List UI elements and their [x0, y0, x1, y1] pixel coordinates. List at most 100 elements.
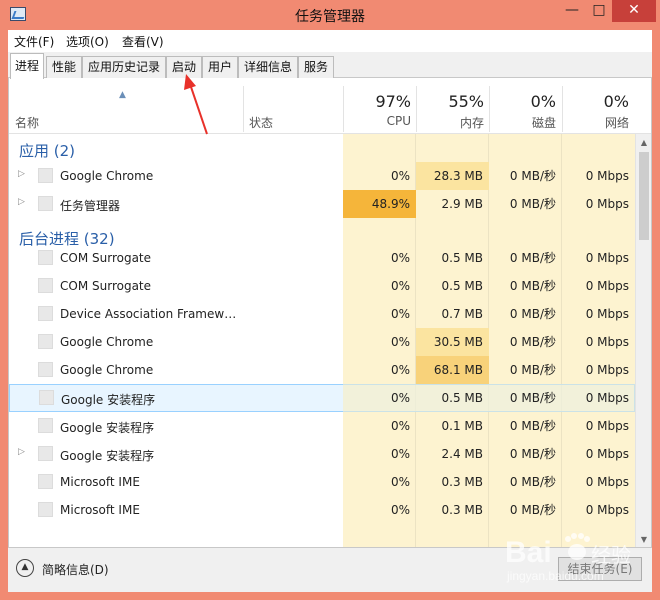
table-row[interactable]: Google Chrome 0% 68.1 MB 0 MB/秒 0 Mbps — [9, 356, 635, 384]
network-cell: 0 Mbps — [585, 169, 629, 183]
tab-performance[interactable]: 性能 — [46, 56, 82, 78]
process-name: Google Chrome — [60, 169, 154, 183]
memory-cell: 30.5 MB — [416, 328, 489, 356]
table-row[interactable]: Microsoft IME 0% 0.3 MB 0 MB/秒 0 Mbps — [9, 468, 635, 496]
vertical-scrollbar[interactable]: ▲ ▼ — [635, 134, 651, 547]
column-cpu[interactable]: CPU — [343, 114, 411, 128]
table-row[interactable]: Google 安装程序 0% 0.1 MB 0 MB/秒 0 Mbps — [9, 412, 635, 440]
close-button[interactable]: ✕ — [612, 0, 656, 22]
table-row[interactable]: Microsoft IME 0% 0.3 MB 0 MB/秒 0 Mbps — [9, 496, 635, 524]
memory-cell: 0.5 MB — [416, 384, 489, 412]
disk-cell: 0 MB/秒 — [509, 307, 556, 321]
process-list: 应用 (2) ▷ Google Chrome 0% 28.3 MB 0 MB/秒… — [9, 134, 635, 547]
network-cell: 0 Mbps — [562, 384, 635, 412]
memory-cell: 0.3 MB — [441, 475, 483, 489]
table-row[interactable]: COM Surrogate 0% 0.5 MB 0 MB/秒 0 Mbps — [9, 244, 635, 272]
cpu-cell: 0% — [390, 335, 410, 349]
disk-cell: 0 MB/秒 — [509, 169, 556, 183]
column-network[interactable]: 网络 — [562, 114, 629, 131]
column-disk[interactable]: 磁盘 — [489, 114, 556, 131]
process-name: COM Surrogate — [60, 251, 152, 265]
watermark-url: jingyan.baidu.com — [506, 569, 604, 583]
process-name: Google 安装程序 — [60, 449, 155, 463]
cpu-cell: 48.9% — [343, 190, 416, 218]
process-name: Google 安装程序 — [60, 421, 155, 435]
network-cell: 0 Mbps — [585, 307, 629, 321]
cpu-total: 97% — [375, 92, 411, 111]
group-label: 应用 (2) — [19, 142, 76, 160]
process-icon — [38, 306, 53, 321]
cpu-cell: 0% — [390, 475, 410, 489]
table-row[interactable]: COM Surrogate 0% 0.5 MB 0 MB/秒 0 Mbps — [9, 272, 635, 300]
paw-icon — [565, 533, 590, 560]
scrollbar-thumb[interactable] — [639, 152, 649, 240]
memory-cell: 0.1 MB — [441, 419, 483, 433]
watermark-brand: Bai — [505, 536, 552, 569]
tab-services[interactable]: 服务 — [298, 56, 334, 78]
menu-bar: 文件(F) 选项(O) 查看(V) — [8, 30, 652, 52]
table-row[interactable]: Device Association Framewo... 0% 0.7 MB … — [9, 300, 635, 328]
process-name: COM Surrogate — [60, 279, 152, 293]
baidu-watermark: Bai 经验 jingyan.baidu.com — [505, 528, 645, 586]
expand-arrow-icon[interactable]: ▷ — [18, 169, 25, 179]
network-total: 0% — [603, 92, 629, 111]
tab-details[interactable]: 详细信息 — [238, 56, 298, 78]
disk-total: 0% — [530, 92, 556, 111]
task-manager-window: 任务管理器 — □ ✕ 文件(F) 选项(O) 查看(V) 进程 性能 应用历史… — [0, 0, 660, 600]
column-status[interactable]: 状态 — [249, 114, 273, 131]
tab-users[interactable]: 用户 — [202, 56, 238, 78]
menu-view[interactable]: 查看(V) — [122, 33, 164, 50]
process-name: Google Chrome — [60, 335, 154, 349]
chevron-up-icon[interactable]: ▲ — [16, 559, 34, 577]
network-cell: 0 Mbps — [585, 475, 629, 489]
disk-cell: 0 MB/秒 — [509, 363, 556, 377]
client-area: 文件(F) 选项(O) 查看(V) 进程 性能 应用历史记录 启动 用户 详细信… — [8, 30, 652, 592]
tab-app-history[interactable]: 应用历史记录 — [82, 56, 166, 78]
expand-arrow-icon[interactable]: ▷ — [18, 447, 25, 457]
disk-cell: 0 MB/秒 — [489, 384, 562, 412]
process-name: Google Chrome — [60, 363, 154, 377]
cpu-cell: 0% — [390, 169, 410, 183]
fewer-details-link[interactable]: 简略信息(D) — [42, 561, 109, 578]
memory-cell: 0.5 MB — [441, 279, 483, 293]
disk-cell: 0 MB/秒 — [509, 335, 556, 349]
process-name: Google 安装程序 — [61, 393, 156, 407]
cpu-cell: 0% — [390, 419, 410, 433]
title-bar[interactable]: 任务管理器 — □ ✕ — [0, 0, 660, 30]
network-cell: 0 Mbps — [585, 197, 629, 211]
process-icon — [38, 446, 53, 461]
table-row[interactable]: ▷ Google Chrome 0% 28.3 MB 0 MB/秒 0 Mbps — [9, 162, 635, 190]
process-icon — [38, 418, 53, 433]
tab-processes[interactable]: 进程 — [10, 53, 44, 79]
process-icon — [38, 502, 53, 517]
network-cell: 0 Mbps — [585, 503, 629, 517]
menu-file[interactable]: 文件(F) — [14, 33, 54, 50]
process-icon — [38, 168, 53, 183]
process-icon — [38, 334, 53, 349]
process-icon — [39, 390, 54, 405]
network-cell: 0 Mbps — [585, 419, 629, 433]
memory-cell: 0.5 MB — [441, 251, 483, 265]
scroll-up-arrow-icon[interactable]: ▲ — [636, 134, 651, 151]
column-name[interactable]: 名称 — [15, 114, 39, 131]
cpu-cell: 0% — [390, 503, 410, 517]
maximize-button[interactable]: □ — [586, 0, 612, 22]
process-name: Device Association Framewo... — [60, 307, 240, 321]
memory-total: 55% — [448, 92, 484, 111]
tab-startup[interactable]: 启动 — [166, 56, 202, 78]
table-row[interactable]: Google Chrome 0% 30.5 MB 0 MB/秒 0 Mbps — [9, 328, 635, 356]
cpu-cell: 0% — [390, 363, 410, 377]
minimize-button[interactable]: — — [558, 0, 586, 22]
disk-cell: 0 MB/秒 — [509, 447, 556, 461]
table-row[interactable]: ▷ 任务管理器 48.9% 2.9 MB 0 MB/秒 0 Mbps — [9, 190, 635, 218]
expand-arrow-icon[interactable]: ▷ — [18, 197, 25, 207]
cpu-cell: 0% — [390, 447, 410, 461]
process-name: Microsoft IME — [60, 503, 140, 517]
table-row-selected[interactable]: Google 安装程序 0% 0.5 MB 0 MB/秒 0 Mbps — [9, 384, 635, 412]
network-cell: 0 Mbps — [585, 251, 629, 265]
disk-cell: 0 MB/秒 — [509, 279, 556, 293]
table-row[interactable]: ▷ Google 安装程序 0% 2.4 MB 0 MB/秒 0 Mbps — [9, 440, 635, 468]
menu-options[interactable]: 选项(O) — [66, 33, 109, 50]
group-header-apps[interactable]: 应用 (2) — [9, 134, 635, 162]
column-memory[interactable]: 内存 — [416, 114, 484, 131]
